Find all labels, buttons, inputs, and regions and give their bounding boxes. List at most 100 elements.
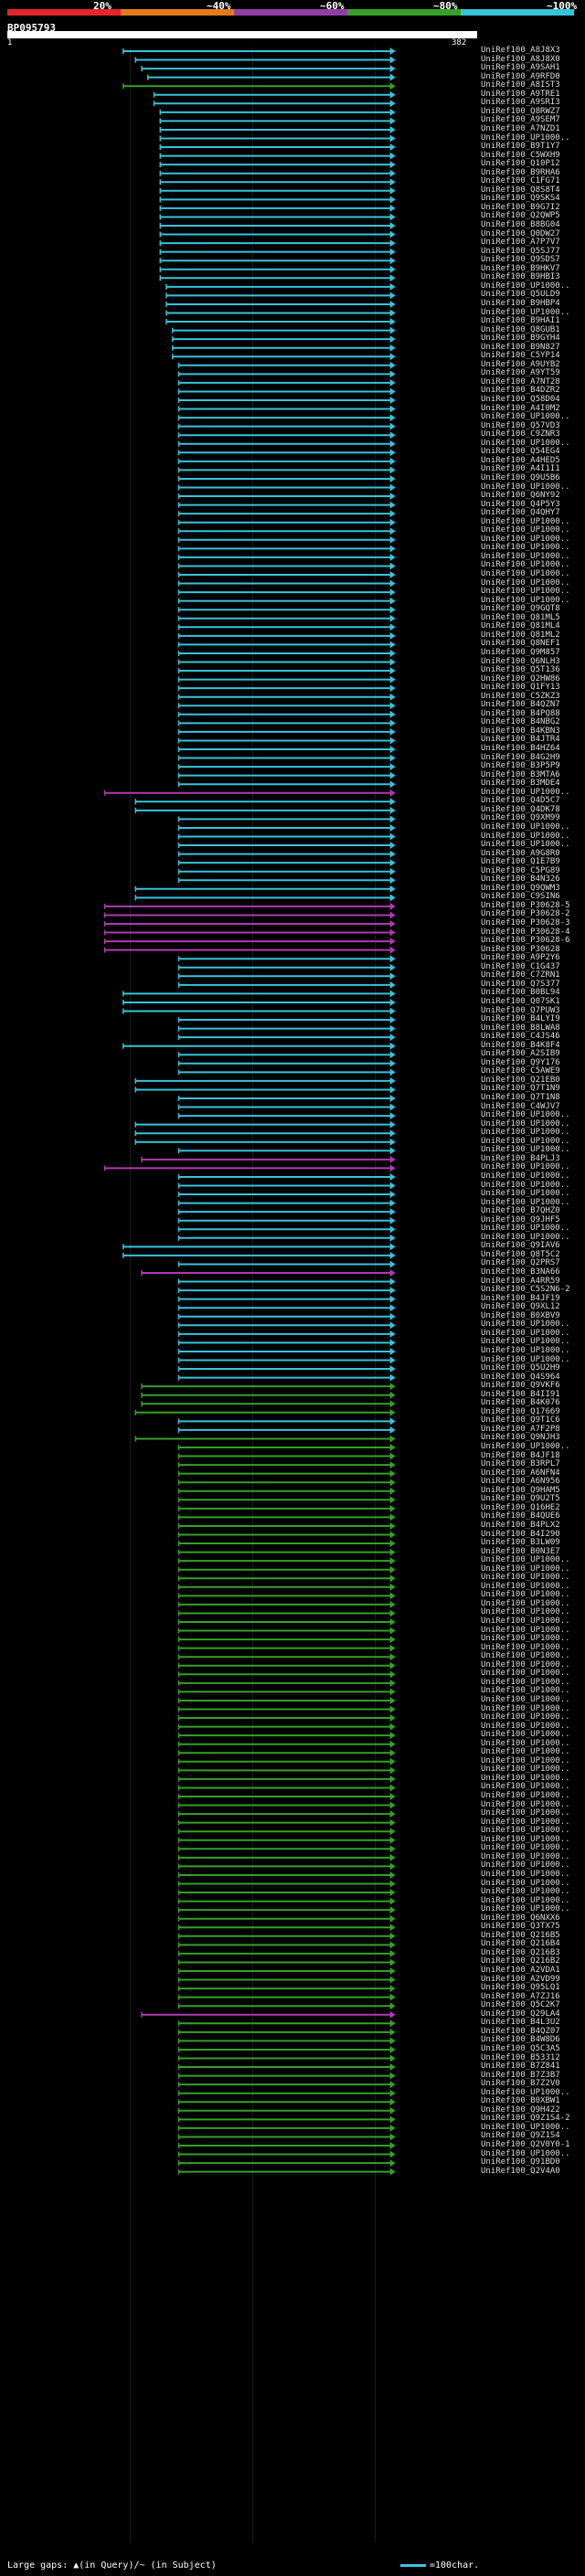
- hit-bar[interactable]: [159, 204, 396, 212]
- hit-bar[interactable]: [177, 1853, 396, 1861]
- hit-bar[interactable]: [177, 405, 396, 413]
- hit-bar[interactable]: [177, 754, 396, 762]
- hit-bar[interactable]: [177, 1836, 396, 1844]
- hit-bar[interactable]: [177, 1618, 396, 1626]
- hit-bar[interactable]: [177, 397, 396, 404]
- hit-bar[interactable]: [177, 2037, 396, 2045]
- hit-bar[interactable]: [177, 1985, 396, 1993]
- hit-bar[interactable]: [159, 152, 396, 160]
- hit-bar[interactable]: [134, 1435, 396, 1443]
- hit-bar[interactable]: [177, 1208, 396, 1216]
- hit-bar[interactable]: [159, 196, 396, 204]
- hit-bar[interactable]: [177, 1304, 396, 1312]
- hit-bar[interactable]: [177, 2063, 396, 2072]
- hit-bar[interactable]: [177, 1452, 396, 1460]
- hit-bar[interactable]: [177, 1417, 396, 1426]
- hit-bar[interactable]: [177, 710, 396, 718]
- hit-bar[interactable]: [177, 1225, 396, 1234]
- hit-bar[interactable]: [177, 361, 396, 369]
- hit-bar[interactable]: [122, 1243, 396, 1251]
- hit-bar[interactable]: [177, 684, 396, 693]
- hit-bar[interactable]: [177, 1592, 396, 1600]
- hit-bar[interactable]: [177, 1277, 396, 1286]
- hit-bar[interactable]: [159, 274, 396, 282]
- hit-bar[interactable]: [177, 545, 396, 553]
- hit-bar[interactable]: [177, 1016, 396, 1024]
- hit-bar[interactable]: [177, 1775, 396, 1783]
- hit-bar[interactable]: [177, 1540, 396, 1548]
- hit-bar[interactable]: [177, 1740, 396, 1748]
- hit-bar[interactable]: [177, 832, 396, 841]
- hit-bar[interactable]: [177, 1287, 396, 1295]
- hit-bar[interactable]: [177, 746, 396, 753]
- hit-bar[interactable]: [177, 867, 396, 875]
- hit-bar[interactable]: [177, 378, 396, 387]
- hit-bar[interactable]: [177, 859, 396, 867]
- hit-bar[interactable]: [177, 2098, 396, 2106]
- hit-bar[interactable]: [103, 946, 396, 954]
- hit-bar[interactable]: [122, 998, 396, 1006]
- hit-bar[interactable]: [177, 597, 396, 605]
- hit-bar[interactable]: [177, 1191, 396, 1199]
- hit-bar[interactable]: [177, 510, 396, 518]
- hit-bar[interactable]: [177, 675, 396, 684]
- hit-bar[interactable]: [177, 1828, 396, 1836]
- hit-bar[interactable]: [177, 414, 396, 422]
- hit-bar[interactable]: [177, 1312, 396, 1320]
- hit-bar[interactable]: [134, 56, 396, 64]
- hit-bar[interactable]: [177, 1967, 396, 1975]
- hit-label[interactable]: UniRef100_Q2V4A0: [481, 2167, 560, 2177]
- hit-bar[interactable]: [177, 483, 396, 492]
- hit-bar[interactable]: [177, 1095, 396, 1102]
- hit-bar[interactable]: [177, 2072, 396, 2080]
- hit-bar[interactable]: [134, 885, 396, 893]
- hit-bar[interactable]: [177, 535, 396, 544]
- hit-bar[interactable]: [177, 1627, 396, 1635]
- hit-bar[interactable]: [177, 1661, 396, 1670]
- hit-bar[interactable]: [177, 2089, 396, 2097]
- hit-bar[interactable]: [177, 1347, 396, 1355]
- hit-bar[interactable]: [177, 1496, 396, 1504]
- hit-bar[interactable]: [172, 344, 396, 352]
- hit-bar[interactable]: [177, 1426, 396, 1434]
- hit-bar[interactable]: [177, 1801, 396, 1809]
- hit-bar[interactable]: [177, 1199, 396, 1207]
- hit-bar[interactable]: [141, 65, 396, 73]
- hit-bar[interactable]: [177, 571, 396, 578]
- hit-bar[interactable]: [177, 579, 396, 588]
- hit-bar[interactable]: [159, 248, 396, 256]
- hit-bar[interactable]: [177, 842, 396, 850]
- hit-bar[interactable]: [177, 527, 396, 535]
- hit-bar[interactable]: [177, 1757, 396, 1765]
- hit-bar[interactable]: [177, 981, 396, 989]
- hit-bar[interactable]: [177, 1147, 396, 1155]
- hit-bar[interactable]: [177, 1521, 396, 1530]
- hit-bar[interactable]: [177, 719, 396, 727]
- hit-bar[interactable]: [159, 125, 396, 133]
- hit-bar[interactable]: [177, 1504, 396, 1512]
- hit-bar[interactable]: [177, 2133, 396, 2141]
- hit-bar[interactable]: [134, 1129, 396, 1138]
- hit-bar[interactable]: [177, 501, 396, 509]
- hit-bar[interactable]: [177, 457, 396, 465]
- hit-bar[interactable]: [177, 1182, 396, 1190]
- hit-bar[interactable]: [177, 658, 396, 666]
- hit-bar[interactable]: [165, 309, 396, 317]
- hit-bar[interactable]: [177, 1688, 396, 1696]
- hit-bar[interactable]: [177, 1644, 396, 1652]
- hit-bar[interactable]: [141, 1383, 396, 1391]
- hit-bar[interactable]: [159, 108, 396, 116]
- hit-bar[interactable]: [177, 387, 396, 396]
- hit-bar[interactable]: [177, 1487, 396, 1495]
- hit-bar[interactable]: [165, 282, 396, 291]
- hit-bar[interactable]: [177, 1583, 396, 1591]
- hit-bar[interactable]: [177, 1365, 396, 1373]
- hit-bar[interactable]: [177, 440, 396, 448]
- hit-bar[interactable]: [177, 763, 396, 771]
- hit-bar[interactable]: [159, 239, 396, 248]
- hit-bar[interactable]: [177, 1993, 396, 2001]
- hit-bar[interactable]: [177, 518, 396, 526]
- hit-bar[interactable]: [177, 553, 396, 561]
- hit-bar[interactable]: [177, 2124, 396, 2132]
- hit-bar[interactable]: [177, 1295, 396, 1303]
